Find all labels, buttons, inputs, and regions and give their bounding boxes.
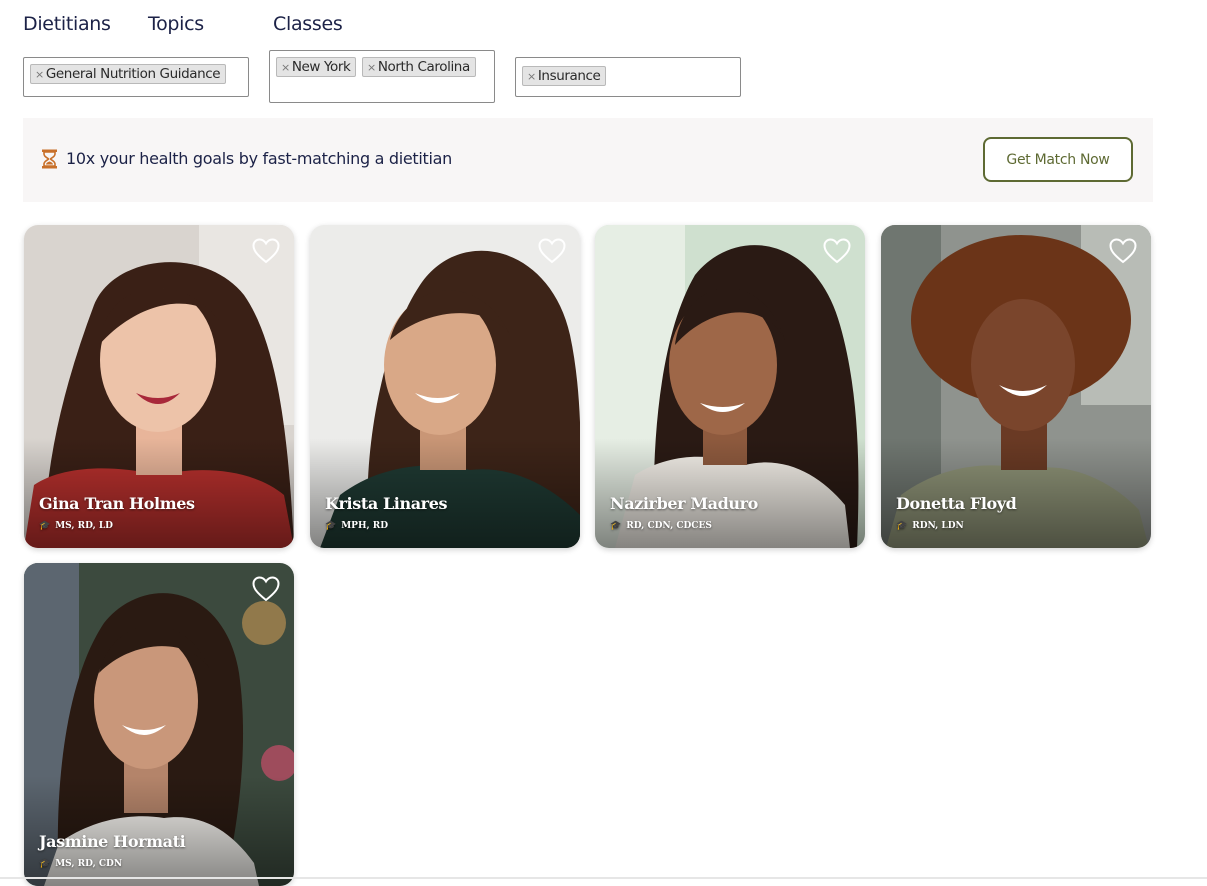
nav-dietitians[interactable]: Dietitians [23,13,111,35]
page-divider [0,877,1207,879]
topics-filter[interactable]: × General Nutrition Guidance [23,57,249,97]
photo-overlay [595,438,865,548]
dietitian-card[interactable]: Nazirber Maduro 🎓 RD, CDN, CDCES [595,225,865,548]
payment-filter[interactable]: × Insurance [515,57,741,97]
dietitian-name: Gina Tran Holmes [39,494,195,513]
banner-text: 10x your health goals by fast-matching a… [66,149,453,168]
filter-chip-payment[interactable]: × Insurance [522,66,607,86]
graduation-cap-icon: 🎓 [325,521,337,531]
favorite-heart-icon[interactable] [823,238,851,269]
dietitian-name: Jasmine Hormati [39,832,186,851]
dietitian-name: Donetta Floyd [896,494,1017,513]
filter-chip-topic[interactable]: × General Nutrition Guidance [30,64,227,84]
graduation-cap-icon: 🎓 [39,859,51,869]
get-match-button[interactable]: Get Match Now [983,137,1133,182]
favorite-heart-icon[interactable] [252,238,280,269]
photo-overlay [24,776,294,886]
filter-chip-location[interactable]: × North Carolina [362,57,476,77]
hourglass-icon [41,149,58,174]
close-icon[interactable]: × [281,61,290,74]
photo-overlay [310,438,580,548]
favorite-heart-icon[interactable] [252,576,280,607]
dietitian-card[interactable]: Gina Tran Holmes 🎓 MS, RD, LD [24,225,294,548]
dietitian-card[interactable]: Donetta Floyd 🎓 RDN, LDN [881,225,1151,548]
close-icon[interactable]: × [527,70,536,83]
dietitian-credentials: 🎓 RDN, LDN [896,521,964,531]
graduation-cap-icon: 🎓 [39,521,51,531]
nav-classes[interactable]: Classes [273,13,343,35]
photo-overlay [881,438,1151,548]
graduation-cap-icon: 🎓 [896,521,908,531]
dietitian-credentials: 🎓 MS, RD, CDN [39,859,123,869]
close-icon[interactable]: × [35,68,44,81]
graduation-cap-icon: 🎓 [610,521,622,531]
location-filter[interactable]: × New York × North Carolina [269,50,495,103]
close-icon[interactable]: × [367,61,376,74]
favorite-heart-icon[interactable] [1109,238,1137,269]
match-banner: 10x your health goals by fast-matching a… [23,118,1153,202]
dietitian-credentials: 🎓 RD, CDN, CDCES [610,521,712,531]
favorite-heart-icon[interactable] [538,238,566,269]
dietitian-name: Nazirber Maduro [610,494,758,513]
nav-topics[interactable]: Topics [148,13,204,35]
photo-overlay [24,438,294,548]
dietitian-credentials: 🎓 MPH, RD [325,521,389,531]
filter-chip-location[interactable]: × New York [276,57,357,77]
dietitian-card[interactable]: Jasmine Hormati 🎓 MS, RD, CDN [24,563,294,886]
dietitian-card[interactable]: Krista Linares 🎓 MPH, RD [310,225,580,548]
dietitian-name: Krista Linares [325,494,448,513]
dietitian-credentials: 🎓 MS, RD, LD [39,521,113,531]
